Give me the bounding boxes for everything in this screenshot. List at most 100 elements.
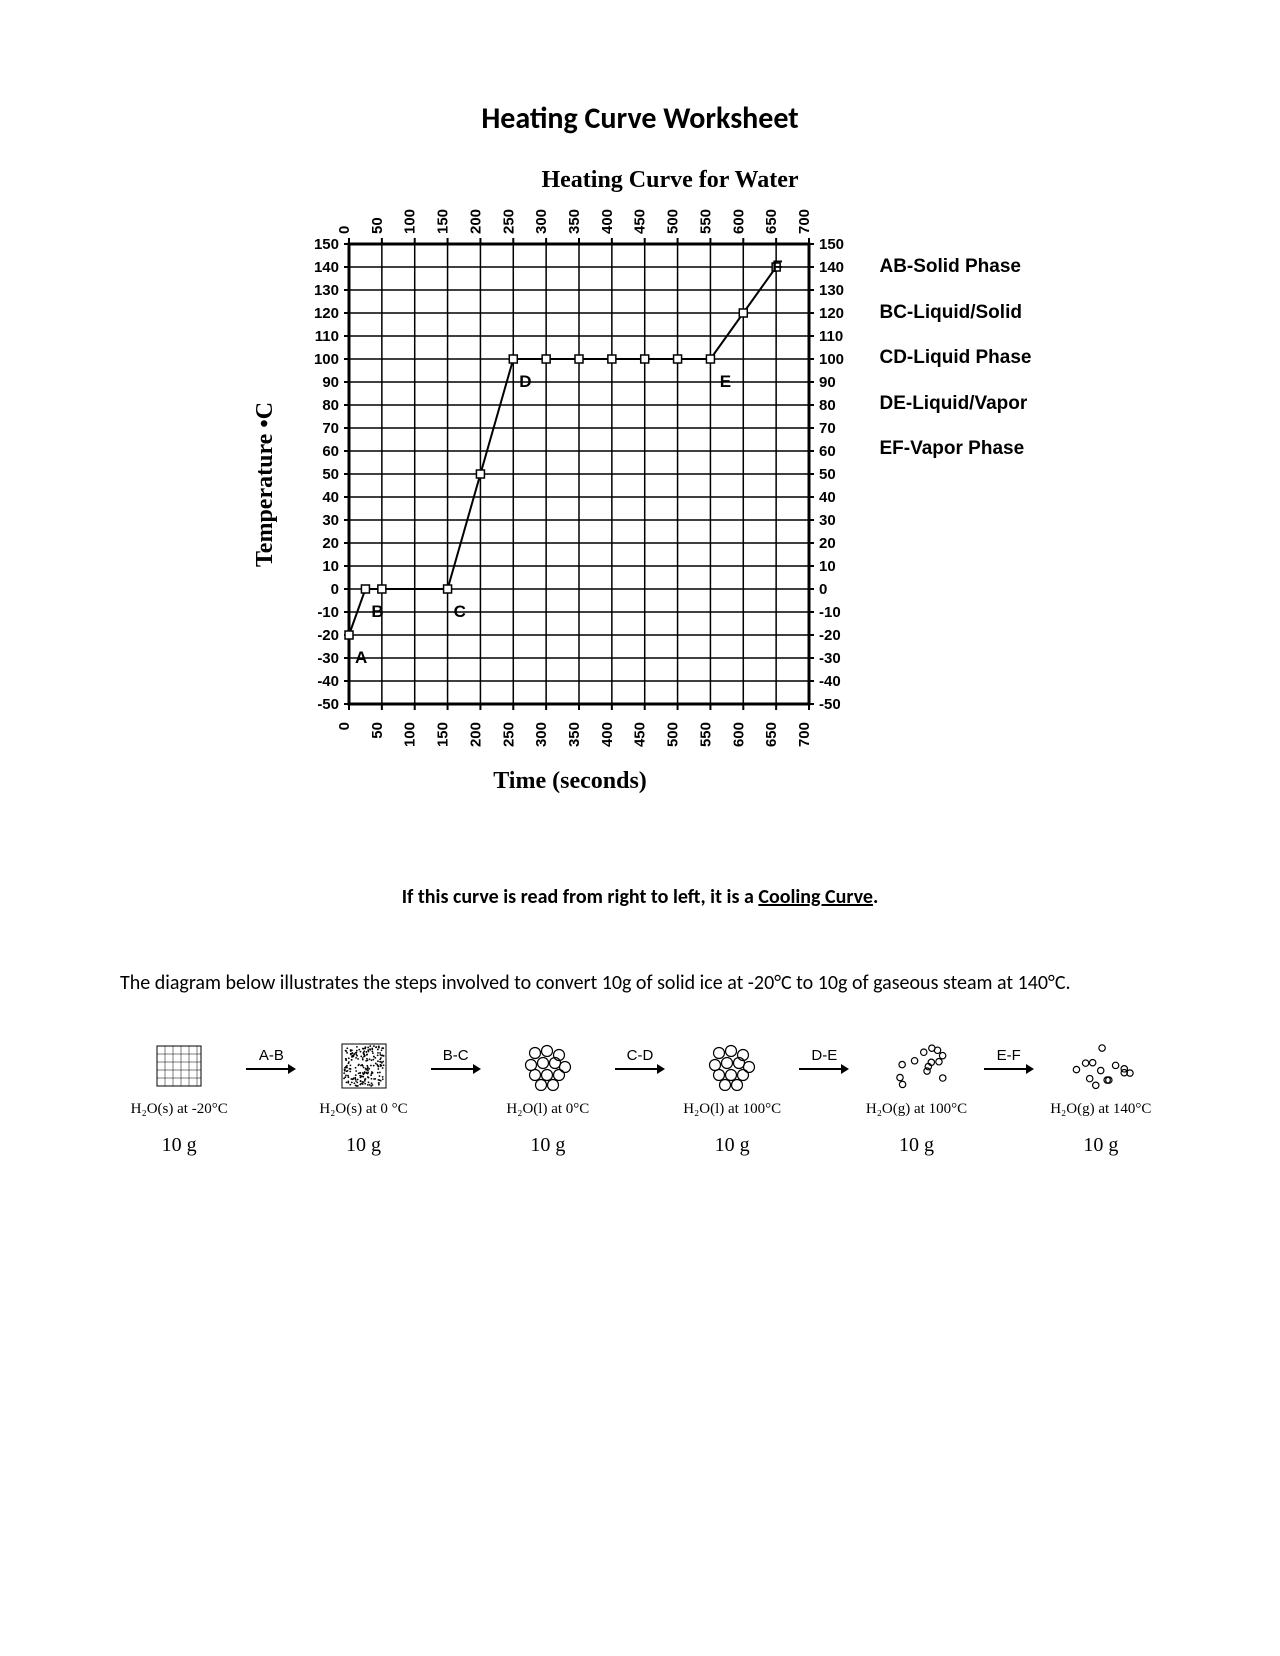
step-gas-100: H₂O(g) at 100°C 10 g: [857, 1037, 975, 1157]
step-liquid-100: H₂O(l) at 100°C 10 g: [673, 1037, 791, 1157]
svg-text:700: 700: [796, 722, 813, 747]
svg-text:150: 150: [819, 236, 844, 253]
svg-text:60: 60: [323, 443, 340, 460]
heating-curve-chart: 0050501001001501502002002502503003003503…: [289, 204, 869, 764]
svg-text:-10: -10: [819, 604, 841, 621]
arrow-right-icon: [615, 1062, 665, 1076]
svg-text:40: 40: [819, 489, 836, 506]
svg-text:110: 110: [315, 328, 339, 345]
svg-text:0: 0: [819, 581, 827, 598]
svg-text:10: 10: [323, 558, 340, 575]
svg-text:100: 100: [402, 209, 419, 234]
svg-text:40: 40: [323, 489, 340, 506]
svg-text:0: 0: [331, 581, 339, 598]
svg-text:700: 700: [796, 209, 813, 234]
svg-text:550: 550: [698, 722, 715, 747]
svg-text:80: 80: [323, 397, 340, 414]
svg-text:250: 250: [501, 722, 518, 747]
page-title: Heating Curve Worksheet: [120, 100, 1160, 137]
svg-text:-30: -30: [819, 650, 841, 667]
svg-text:550: 550: [698, 209, 715, 234]
svg-text:90: 90: [819, 374, 836, 391]
svg-text:110: 110: [819, 328, 843, 345]
svg-text:140: 140: [314, 259, 339, 276]
svg-text:-20: -20: [819, 627, 841, 644]
description-paragraph: The diagram below illustrates the steps …: [120, 969, 1160, 997]
step-solid-neg20: H₂O(s) at -20°C 10 g: [120, 1037, 238, 1157]
svg-text:-50: -50: [318, 696, 340, 713]
svg-text:50: 50: [369, 722, 386, 739]
svg-text:200: 200: [468, 209, 485, 234]
svg-text:-10: -10: [318, 604, 340, 621]
svg-text:130: 130: [314, 282, 339, 299]
svg-text:20: 20: [819, 535, 836, 552]
svg-text:C: C: [454, 602, 466, 621]
svg-text:90: 90: [323, 374, 340, 391]
svg-text:60: 60: [819, 443, 836, 460]
svg-text:120: 120: [819, 305, 844, 322]
step-liquid-0: H₂O(l) at 0°C 10 g: [489, 1037, 607, 1157]
svg-text:500: 500: [665, 722, 682, 747]
phase-legend: AB-Solid Phase BC-Liquid/Solid CD-Liquid…: [879, 204, 1031, 764]
legend-cd: CD-Liquid Phase: [879, 335, 1031, 381]
svg-text:350: 350: [566, 209, 583, 234]
svg-text:400: 400: [599, 209, 616, 234]
svg-text:300: 300: [534, 209, 551, 234]
arrow-bc: B-C: [431, 1047, 481, 1076]
chart-area: Temperature •C 0050501001001501502002002…: [120, 204, 1160, 764]
svg-text:150: 150: [314, 236, 339, 253]
svg-text:650: 650: [764, 722, 781, 747]
step-gas-140: H₂O(g) at 140°C 10 g: [1042, 1037, 1160, 1157]
svg-text:200: 200: [468, 722, 485, 747]
arrow-right-icon: [431, 1062, 481, 1076]
svg-text:30: 30: [323, 512, 340, 529]
svg-text:-40: -40: [318, 673, 340, 690]
step-solid-0: H₂O(s) at 0 °C 10 g: [304, 1037, 422, 1157]
svg-text:600: 600: [731, 722, 748, 747]
gas-molecules-spread-icon: [1065, 1038, 1137, 1094]
arrow-right-icon: [799, 1062, 849, 1076]
svg-text:-20: -20: [318, 627, 340, 644]
svg-text:F: F: [773, 257, 783, 276]
svg-text:D: D: [520, 372, 532, 391]
svg-text:350: 350: [566, 722, 583, 747]
svg-text:100: 100: [402, 722, 419, 747]
liquid-molecules-icon: [705, 1041, 759, 1091]
svg-text:-40: -40: [819, 673, 841, 690]
svg-text:-30: -30: [318, 650, 340, 667]
arrow-cd: C-D: [615, 1047, 665, 1076]
arrow-de: D-E: [799, 1047, 849, 1076]
arrow-ef: E-F: [984, 1047, 1034, 1076]
y-axis-label: Temperature •C: [248, 204, 279, 764]
svg-text:70: 70: [323, 420, 340, 437]
svg-text:20: 20: [323, 535, 340, 552]
worksheet-page: Heating Curve Worksheet Heating Curve fo…: [0, 0, 1280, 1237]
liquid-molecules-icon: [521, 1041, 575, 1091]
x-axis-label: Time (seconds): [120, 768, 1160, 795]
svg-text:140: 140: [819, 259, 844, 276]
svg-text:100: 100: [314, 351, 339, 368]
arrow-ab: A-B: [246, 1047, 296, 1076]
legend-de: DE-Liquid/Vapor: [879, 381, 1031, 427]
svg-text:650: 650: [764, 209, 781, 234]
conversion-steps-row: H₂O(s) at -20°C 10 g A-B H₂O(s) at 0 °C …: [120, 1037, 1160, 1157]
svg-text:450: 450: [632, 209, 649, 234]
svg-text:500: 500: [665, 209, 682, 234]
arrow-right-icon: [984, 1062, 1034, 1076]
svg-text:B: B: [372, 602, 384, 621]
svg-text:150: 150: [435, 722, 452, 747]
svg-text:300: 300: [534, 722, 551, 747]
legend-ab: AB-Solid Phase: [879, 244, 1031, 290]
svg-text:30: 30: [819, 512, 836, 529]
svg-text:400: 400: [599, 722, 616, 747]
svg-text:600: 600: [731, 209, 748, 234]
svg-text:E: E: [720, 372, 731, 391]
chart-title: Heating Curve for Water: [120, 167, 1160, 194]
cooling-curve-note: If this curve is read from right to left…: [120, 885, 1160, 909]
dense-dots-icon: [340, 1042, 388, 1090]
svg-text:10: 10: [819, 558, 836, 575]
svg-text:0: 0: [336, 226, 353, 234]
svg-text:100: 100: [819, 351, 844, 368]
svg-text:0: 0: [336, 722, 353, 730]
svg-text:-50: -50: [819, 696, 841, 713]
